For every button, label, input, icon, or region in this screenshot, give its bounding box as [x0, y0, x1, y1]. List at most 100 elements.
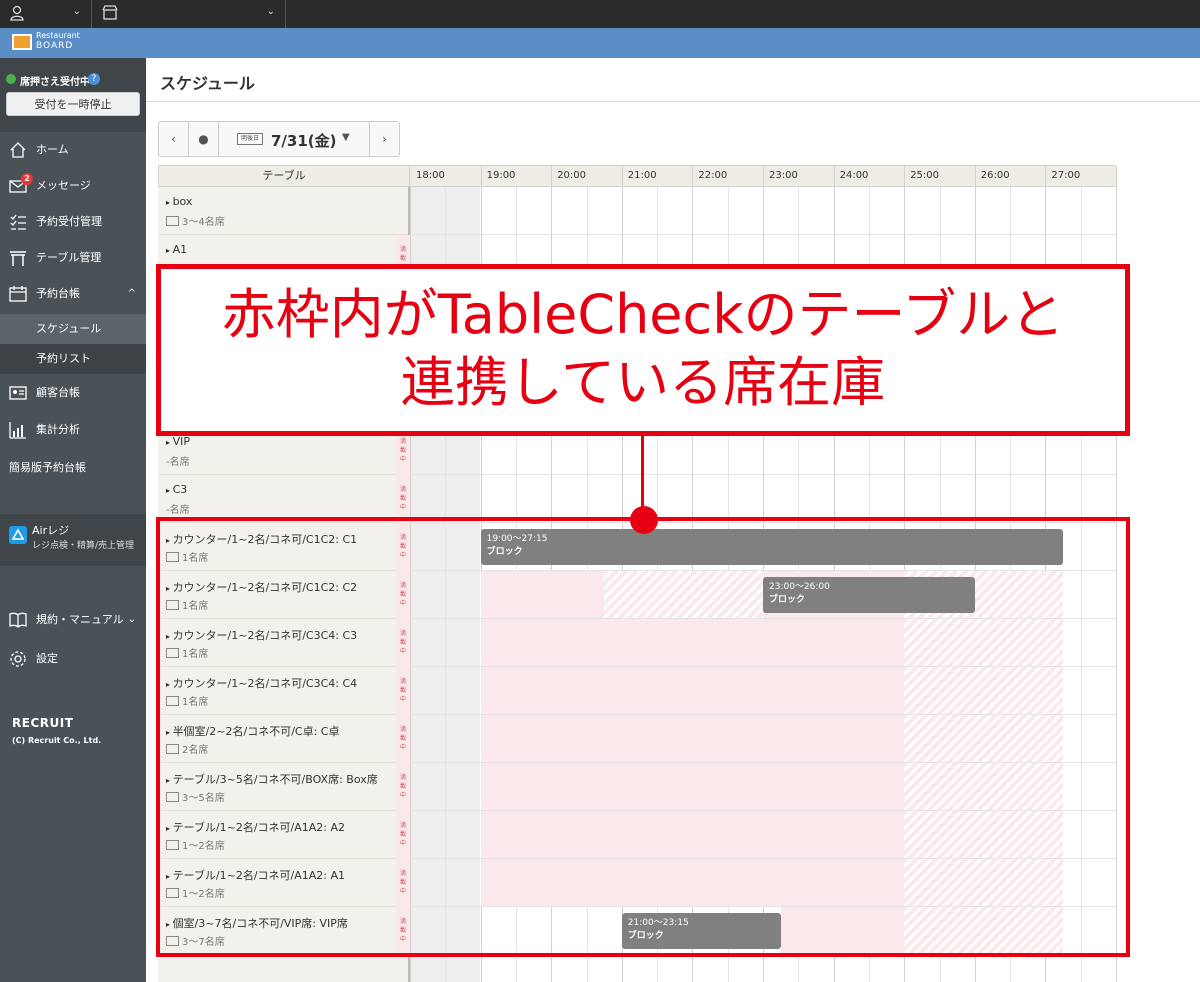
copyright-text: (C) Recruit Co., Ltd. [12, 736, 102, 745]
sidebar-subitem-label: 予約リスト [36, 352, 91, 365]
sidebar-item-reservation-book[interactable]: 予約台帳 ^ [0, 276, 146, 312]
book-icon [9, 612, 27, 628]
hour-label: 27:00 [1051, 170, 1081, 181]
airregi-icon [9, 526, 27, 544]
table-icon [10, 251, 26, 266]
hour-tick [833, 166, 835, 188]
chevron-down-icon: ⌄ [266, 6, 275, 17]
sidebar-item-reservation-management[interactable]: 予約受付管理 [0, 204, 146, 240]
today-button[interactable]: ● [189, 122, 219, 156]
status-check-icon [6, 74, 16, 84]
sidebar-item-home[interactable]: ホーム [0, 132, 146, 168]
table-name-text: VIP [172, 435, 190, 448]
annotation-text-line2: 連携している席在庫 [400, 351, 886, 414]
sidebar-item-simple-reservation-book[interactable]: 簡易版予約台帳 [0, 450, 146, 486]
annotation-highlight-frame [156, 517, 1130, 957]
table-capacity: 3〜4名席 [166, 213, 225, 228]
sidebar-item-label: 顧客台帳 [36, 386, 80, 399]
annotation-text-line1: 赤枠内がTableCheckのテーブルと [221, 283, 1065, 346]
sidebar-item-label: 集計分析 [36, 423, 80, 436]
sidebar-item-analytics[interactable]: 集計分析 [0, 412, 146, 448]
hour-label: 23:00 [769, 170, 798, 181]
analytics-icon [9, 422, 26, 439]
sidebar-item-label: 予約受付管理 [36, 215, 102, 228]
sidebar-item-label: 規約・マニュアル [36, 613, 124, 626]
table-name-text: A1 [172, 243, 188, 256]
sidebar-subitem-reservation-list[interactable]: 予約リスト [0, 344, 146, 374]
hour-label: 22:00 [698, 170, 728, 181]
table-row[interactable]: ▸ box 3〜4名席 [158, 187, 408, 235]
date-navigator: ‹ ● 明後日 7/31(金) ▼ › [158, 121, 400, 157]
top-bar: ⌄ ⌄ [0, 0, 1200, 28]
sidebar-item-label: 設定 [36, 652, 58, 665]
table-name-text: C3 [172, 483, 188, 496]
tag-char: 満 [399, 438, 406, 445]
table-name: ▸ A1 [166, 243, 187, 256]
table-capacity-text: -名席 [166, 505, 190, 516]
list-icon [10, 214, 26, 230]
relative-day-badge: 明後日 [237, 133, 263, 145]
hour-label: 26:00 [980, 170, 1010, 181]
airregi-subtitle: レジ点検・精算/売上管理 [32, 541, 135, 551]
sidebar-item-terms-manual[interactable]: 規約・マニュアル ⌄ [0, 602, 146, 638]
table-capacity-text: 3〜4名席 [182, 217, 225, 228]
sidebar-subitem-label: スケジュール [36, 322, 102, 335]
restaurant-board-logo-icon [12, 34, 32, 50]
table-row[interactable]: ▸ C3 -名席 満載中 [158, 475, 410, 523]
tag-char: 満 [399, 246, 406, 253]
date-picker[interactable]: 7/31(金) [271, 130, 337, 151]
sidebar-item-settings[interactable]: 設定 [0, 641, 146, 677]
seat-icon [166, 216, 179, 226]
tag-char: 載 [399, 495, 406, 502]
sidebar: 席押さえ受付中 ? 受付を一時停止 ホーム メッセージ 2 予約受付管理 テーブ… [0, 58, 146, 982]
reservation-status-panel: 席押さえ受付中 ? 受付を一時停止 [0, 58, 146, 132]
sidebar-item-table-management[interactable]: テーブル管理 [0, 240, 146, 276]
caret-down-icon[interactable]: ▼ [342, 132, 350, 143]
recruit-logo: RECRUIT [12, 716, 74, 730]
hour-tick [1116, 166, 1117, 188]
annotation-connector-dot [630, 506, 658, 534]
hour-label: 24:00 [839, 170, 869, 181]
previous-day-button[interactable]: ‹ [159, 122, 189, 156]
table-name: ▸ VIP [166, 435, 190, 448]
tag-char: 中 [399, 456, 406, 463]
sidebar-item-label: 簡易版予約台帳 [9, 461, 86, 474]
user-selector[interactable]: ⌄ [0, 0, 92, 28]
hour-tick [621, 166, 623, 188]
sidebar-subitem-schedule[interactable]: スケジュール [0, 314, 146, 344]
customer-card-icon [9, 386, 27, 400]
sidebar-item-customer-book[interactable]: 顧客台帳 [0, 375, 146, 411]
help-icon[interactable]: ? [88, 73, 100, 85]
calendar-icon [9, 286, 27, 302]
table-name: ▸ box [166, 195, 192, 208]
sidebar-airregi-link[interactable]: Airレジ レジ点検・精算/売上管理 [0, 514, 146, 566]
tag-char: 満 [399, 486, 406, 493]
table-name-text: box [172, 195, 193, 208]
tag-char: 載 [399, 255, 406, 262]
sidebar-item-label: 予約台帳 [36, 287, 80, 300]
store-selector[interactable]: ⌄ [92, 0, 286, 28]
chevron-down-icon: ⌄ [72, 6, 81, 17]
sidebar-item-messages[interactable]: メッセージ [0, 168, 146, 204]
sidebar-item-label: テーブル管理 [36, 251, 102, 264]
gear-icon [10, 651, 26, 667]
table-column-header: テーブル [158, 165, 410, 187]
row-separator [410, 474, 1116, 475]
hour-label: 25:00 [910, 170, 940, 181]
hour-tick [551, 166, 553, 188]
next-day-button[interactable]: › [369, 122, 399, 156]
fully-booked-tag: 満載中 [396, 475, 410, 523]
brand-bar [0, 28, 1200, 58]
hour-label: 20:00 [557, 170, 587, 181]
pause-reception-button[interactable]: 受付を一時停止 [6, 92, 140, 116]
table-name: ▸ C3 [166, 483, 187, 496]
status-label: 席押さえ受付中 [20, 77, 90, 88]
chevron-up-icon: ^ [127, 288, 136, 299]
tag-char: 中 [399, 504, 406, 511]
logo-text-line1: Restaurant [36, 31, 80, 40]
table-capacity: -名席 [166, 453, 190, 468]
airregi-title: Airレジ [32, 524, 70, 537]
hour-label: 18:00 [416, 170, 445, 181]
hour-tick [480, 166, 482, 188]
hour-tick [692, 166, 694, 188]
